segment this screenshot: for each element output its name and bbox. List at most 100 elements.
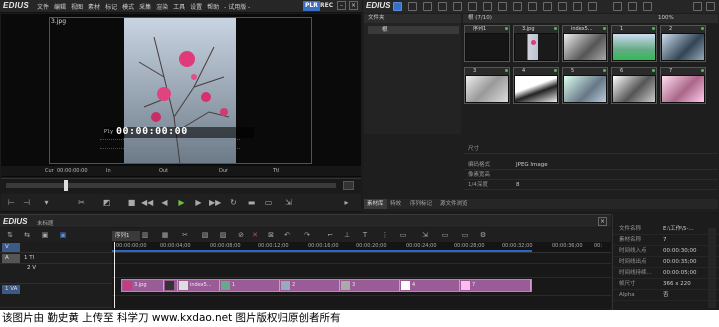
fast-forward-icon[interactable]: ▶▶ xyxy=(209,198,221,208)
plr-button[interactable]: PLR xyxy=(303,1,320,11)
add-clip-icon[interactable] xyxy=(438,2,447,11)
properties-icon[interactable] xyxy=(573,2,582,11)
render-icon[interactable]: ▭ xyxy=(398,230,408,240)
track-row-1va[interactable]: 1 VA xyxy=(0,284,112,308)
timeline-clip[interactable]: 1 xyxy=(220,280,280,291)
sync-icon[interactable]: ▣ xyxy=(40,230,50,240)
recorder-icon[interactable] xyxy=(558,2,567,11)
close-icon[interactable]: × xyxy=(349,1,358,10)
folder-root[interactable]: 根 xyxy=(368,26,459,34)
timeline-clip[interactable]: 7 xyxy=(460,280,531,291)
clip-thumb[interactable]: 1 xyxy=(611,25,657,62)
tab-source-browser[interactable]: 源文件浏览 xyxy=(440,199,468,209)
menu-view[interactable]: 视图 xyxy=(71,2,83,11)
clip-thumb[interactable]: 序列1 xyxy=(464,25,510,62)
tab-sequence[interactable]: 序列1 xyxy=(112,231,140,241)
clip-thumb[interactable]: 2 xyxy=(660,25,706,62)
timeline-ruler[interactable]: 00:00:00;00 00:00:04;00 00:00:08;00 00:0… xyxy=(112,242,611,253)
player-icon[interactable] xyxy=(543,2,552,11)
timeline-close-icon[interactable]: × xyxy=(598,217,607,226)
track-row-2v[interactable]: 2 V xyxy=(0,262,112,284)
clip-thumb[interactable]: 7 xyxy=(660,67,706,104)
up-folder-icon[interactable] xyxy=(423,2,432,11)
snap-icon[interactable]: ▣ xyxy=(58,230,68,240)
scrub-handle[interactable] xyxy=(64,180,68,191)
menu-arrow-icon[interactable]: ▸ xyxy=(341,198,352,208)
tab-markers[interactable]: 序列标记 xyxy=(410,199,432,209)
insert-icon[interactable]: ▭ xyxy=(263,198,274,208)
ripple-icon[interactable]: ⇆ xyxy=(22,230,32,240)
step-back-icon[interactable]: ◀ xyxy=(159,198,170,208)
clip-thumb[interactable]: 6 xyxy=(611,67,657,104)
scrub-track[interactable] xyxy=(6,183,336,188)
menu-capture[interactable]: 采集 xyxy=(139,2,151,11)
split-icon[interactable]: ⊥ xyxy=(342,230,352,240)
new-sequence-icon[interactable] xyxy=(453,2,462,11)
clip-thumb[interactable]: 3.jpg xyxy=(513,25,559,62)
view-mode-icon[interactable] xyxy=(588,2,597,11)
clip-thumb[interactable]: 4 xyxy=(513,67,559,104)
settings-tool-icon[interactable]: ⚙ xyxy=(478,230,488,240)
timeline-clip[interactable]: index5... xyxy=(178,280,220,291)
delete-icon[interactable] xyxy=(528,2,537,11)
timeline-clip[interactable]: 2 xyxy=(280,280,340,291)
open-icon[interactable]: ▥ xyxy=(140,230,150,240)
scrub-bar[interactable] xyxy=(1,178,361,192)
paste-icon[interactable] xyxy=(498,2,507,11)
sort-icon[interactable] xyxy=(613,2,622,11)
overwrite-icon[interactable]: ▬ xyxy=(246,198,257,208)
menu-edit[interactable]: 编辑 xyxy=(54,2,66,11)
audio-mixer-icon[interactable]: ⋮ xyxy=(380,230,390,240)
timeline-clip[interactable]: 3 xyxy=(340,280,400,291)
bin-settings-icon[interactable] xyxy=(693,2,702,11)
minimize-icon[interactable]: – xyxy=(337,1,346,10)
detail-icon[interactable] xyxy=(643,2,652,11)
paste-tool-icon[interactable]: ▨ xyxy=(218,230,228,240)
zoom-tool-icon[interactable]: ▭ xyxy=(440,230,450,240)
stop-icon[interactable]: ■ xyxy=(126,198,137,208)
play-icon[interactable]: ▶ xyxy=(176,198,187,208)
track-mode-icon[interactable]: ⇅ xyxy=(5,230,15,240)
clip-thumb[interactable]: 3 xyxy=(464,67,510,104)
add-to-timeline-icon[interactable] xyxy=(513,2,522,11)
menu-render[interactable]: 渲染 xyxy=(156,2,168,11)
set-in-icon[interactable]: ⊢ xyxy=(6,198,17,208)
copy-tool-icon[interactable]: ▧ xyxy=(200,230,210,240)
timeline-clip[interactable] xyxy=(164,280,178,291)
menu-clip[interactable]: 素材 xyxy=(88,2,100,11)
tab-bin[interactable]: 素材库 xyxy=(364,199,387,209)
menu-marker[interactable]: 标记 xyxy=(105,2,117,11)
timeline-clip[interactable]: 4 xyxy=(400,280,460,291)
redo-icon[interactable]: ↷ xyxy=(302,230,312,240)
export-icon[interactable]: ⇲ xyxy=(420,230,430,240)
timeline-cursor[interactable] xyxy=(114,242,115,308)
rewind-icon[interactable]: ◀◀ xyxy=(141,198,153,208)
copy-icon[interactable] xyxy=(483,2,492,11)
cut-clip-icon[interactable] xyxy=(468,2,477,11)
menu-tools[interactable]: 工具 xyxy=(173,2,185,11)
thumbnail-icon[interactable] xyxy=(628,2,637,11)
ripple-delete-icon[interactable]: ⊠ xyxy=(266,230,276,240)
clip-thumb[interactable]: 5 xyxy=(562,67,608,104)
menu-settings[interactable]: 设置 xyxy=(190,2,202,11)
step-forward-icon[interactable]: ▶ xyxy=(193,198,204,208)
zoom-level[interactable]: 100% xyxy=(658,14,674,23)
cut-tool-icon[interactable]: ✂ xyxy=(180,230,190,240)
menu-file[interactable]: 文件 xyxy=(37,2,49,11)
delete-tool-icon[interactable]: ✕ xyxy=(250,230,260,240)
layout-icon[interactable]: ▭ xyxy=(460,230,470,240)
undo-icon[interactable]: ↶ xyxy=(282,230,292,240)
track-row-v[interactable]: V xyxy=(0,242,112,253)
menu-mode[interactable]: 模式 xyxy=(122,2,134,11)
loop-icon[interactable]: ↻ xyxy=(228,198,239,208)
title-icon[interactable]: T xyxy=(360,230,370,240)
folder-view-icon[interactable] xyxy=(393,2,402,11)
menu-help[interactable]: 帮助 xyxy=(207,2,219,11)
in-dropdown-icon[interactable]: ▾ xyxy=(41,198,52,208)
marker-icon[interactable]: ⌐ xyxy=(325,230,335,240)
info-scrollbar[interactable] xyxy=(708,228,716,308)
set-out-icon[interactable]: ⊣ xyxy=(21,198,32,208)
bin-close-icon[interactable] xyxy=(706,2,715,11)
search-icon[interactable] xyxy=(408,2,417,11)
rec-button[interactable]: REC xyxy=(320,1,333,11)
